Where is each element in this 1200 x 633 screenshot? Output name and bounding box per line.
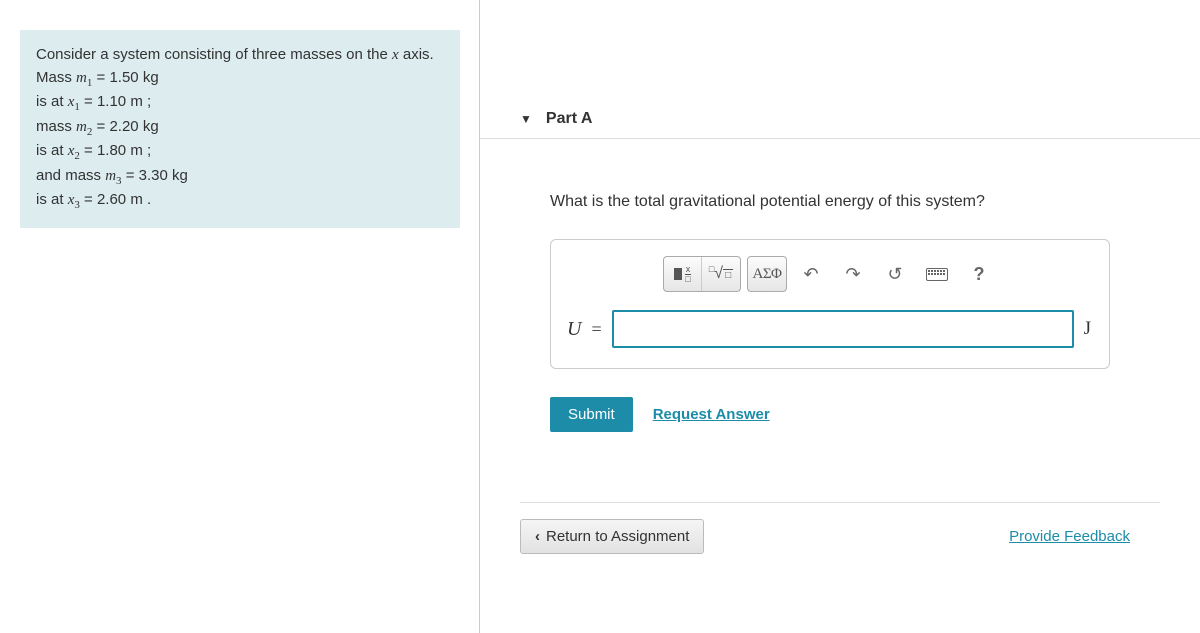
part-header: ▼ Part A [480,110,1200,139]
text: = 2.20 [92,118,142,135]
text: = 1.80 [80,142,130,159]
template-buttons: x□ □√□ [663,256,741,292]
text: = 2.60 [80,191,130,208]
return-label: Return to Assignment [546,528,689,545]
greek-button[interactable]: ΑΣΦ [748,257,786,291]
var-m1: m1 [76,70,92,86]
feedback-link[interactable]: Provide Feedback [1009,528,1130,545]
help-button[interactable]: ? [961,257,997,291]
part-title: Part A [546,110,593,128]
answer-box: x□ □√□ ΑΣΦ ↶ ↷ ↺ ? [550,239,1110,369]
unit-m: m [130,191,143,208]
root-icon: √□ [714,265,733,283]
variable-label: U [567,318,581,341]
unit-m: m [130,93,143,110]
collapse-toggle-icon[interactable]: ▼ [520,112,532,126]
unit-kg: kg [143,69,159,86]
text: = 3.30 [122,167,172,184]
text: = 1.10 [80,93,130,110]
keyboard-button[interactable] [919,257,955,291]
redo-button[interactable]: ↷ [835,257,871,291]
text: Consider a system consisting of three ma… [36,46,392,63]
undo-button[interactable]: ↶ [793,257,829,291]
unit-kg: kg [172,167,188,184]
reset-button[interactable]: ↺ [877,257,913,291]
text: . [143,191,151,208]
math-toolbar: x□ □√□ ΑΣΦ ↶ ↷ ↺ ? [563,256,1097,292]
fraction-icon: x□ [685,265,692,284]
question-text: What is the total gravitational potentia… [550,193,1170,211]
submit-button[interactable]: Submit [550,397,633,432]
bottom-bar: ‹ Return to Assignment Provide Feedback [520,502,1160,554]
text: ; [143,142,151,159]
return-button[interactable]: ‹ Return to Assignment [520,519,704,554]
redo-icon: ↷ [845,264,860,285]
var-m3: m3 [105,168,121,184]
answer-input[interactable] [612,310,1074,348]
request-answer-link[interactable]: Request Answer [653,406,770,423]
template-button[interactable]: x□ [664,257,702,291]
text: ; [143,93,151,110]
answer-panel-container: ▼ Part A What is the total gravitational… [480,0,1200,633]
text: = 1.50 [92,69,142,86]
unit-label: J [1084,318,1097,340]
keyboard-icon [926,268,948,281]
unit-kg: kg [143,118,159,135]
unit-m: m [130,142,143,159]
answer-input-row: U = J [563,310,1097,348]
var-x2: x2 [68,143,80,159]
problem-statement: Consider a system consisting of three ma… [20,30,460,228]
reset-icon: ↺ [887,264,902,285]
equals-sign: = [591,319,601,340]
symbol-buttons: ΑΣΦ [747,256,787,292]
problem-panel: Consider a system consisting of three ma… [0,0,480,633]
undo-icon: ↶ [803,264,818,285]
rect-icon [674,268,682,280]
var-x3: x3 [68,192,80,208]
chevron-left-icon: ‹ [535,528,540,545]
var-x1: x1 [68,94,80,110]
var-x: x [392,47,399,63]
text: is at [36,191,68,208]
var-m2: m2 [76,119,92,135]
text: and mass [36,167,105,184]
text: is at [36,142,68,159]
text: is at [36,93,68,110]
text: mass [36,118,76,135]
action-row: Submit Request Answer [550,397,1170,432]
root-button[interactable]: □√□ [702,257,740,291]
